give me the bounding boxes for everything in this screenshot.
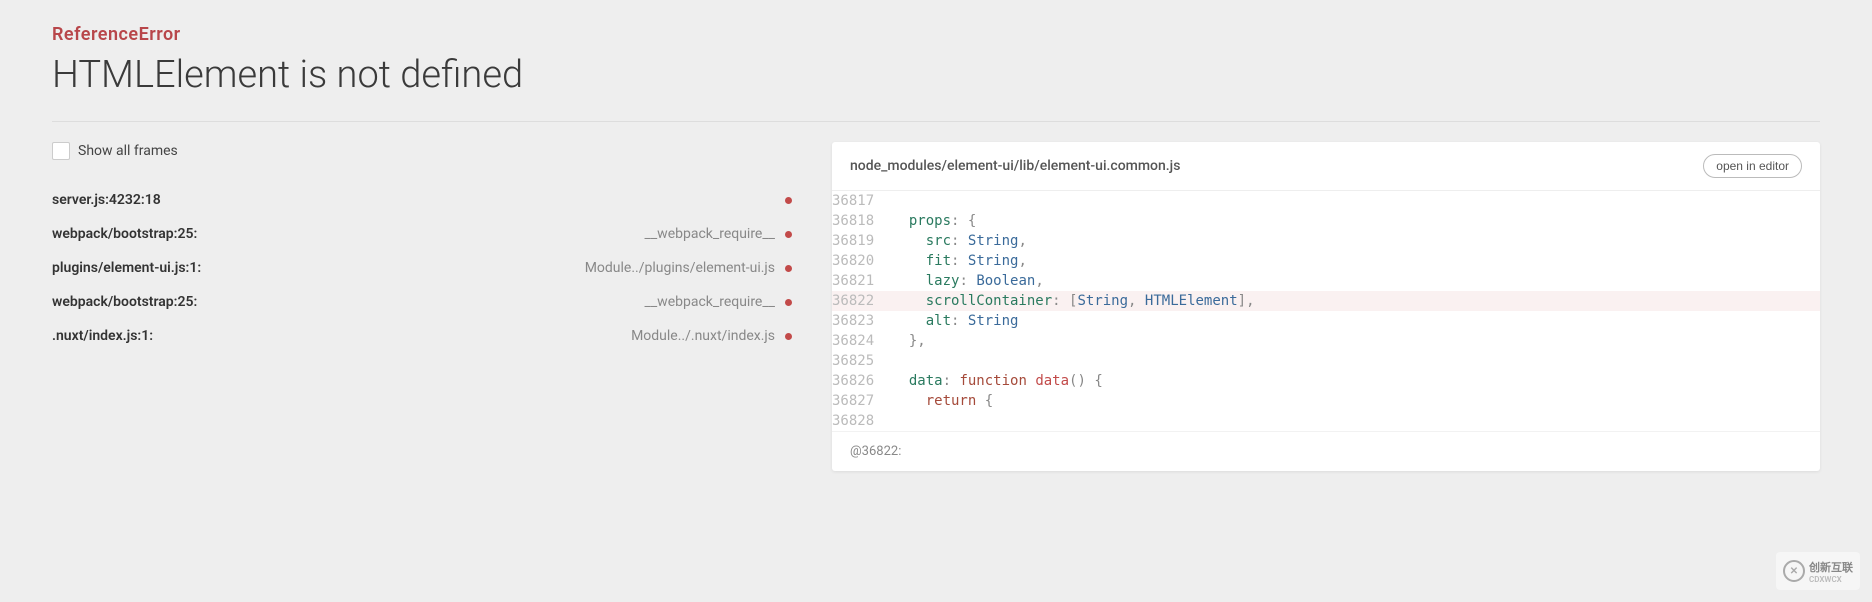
divider bbox=[52, 121, 1820, 122]
stack-frame[interactable]: webpack/bootstrap:25: __webpack_require__ bbox=[52, 222, 792, 246]
line-number: 36825 bbox=[832, 351, 880, 371]
stack-frame[interactable]: .nuxt/index.js:1: Module../.nuxt/index.js bbox=[52, 324, 792, 348]
show-all-frames-checkbox[interactable] bbox=[52, 142, 70, 160]
code-content: props: { bbox=[880, 211, 1820, 231]
dot-icon bbox=[785, 299, 792, 306]
show-all-frames-label: Show all frames bbox=[78, 143, 178, 159]
line-number: 36824 bbox=[832, 331, 880, 351]
code-content bbox=[880, 191, 1820, 211]
code-line: 36817 bbox=[832, 191, 1820, 211]
error-type: ReferenceError bbox=[52, 24, 1820, 45]
source-file-path: node_modules/element-ui/lib/element-ui.c… bbox=[850, 158, 1180, 174]
watermark-text: 创新互联 bbox=[1809, 559, 1853, 575]
stack-frame-location: server.js:4232:18 bbox=[52, 192, 161, 208]
source-code-block: 3681736818 props: {36819 src: String,368… bbox=[832, 191, 1820, 431]
code-content: return { bbox=[880, 391, 1820, 411]
code-content: fit: String, bbox=[880, 251, 1820, 271]
line-number: 36823 bbox=[832, 311, 880, 331]
line-number: 36817 bbox=[832, 191, 880, 211]
stack-frame-fn: __webpack_require__ bbox=[645, 294, 792, 310]
line-number: 36822 bbox=[832, 291, 880, 311]
show-all-frames-toggle[interactable]: Show all frames bbox=[52, 142, 792, 160]
stack-frame-location: plugins/element-ui.js:1: bbox=[52, 260, 201, 276]
code-content: }, bbox=[880, 331, 1820, 351]
stack-frame[interactable]: plugins/element-ui.js:1: Module../plugins… bbox=[52, 256, 792, 280]
code-content bbox=[880, 411, 1820, 431]
stack-frame-fn: Module../.nuxt/index.js bbox=[631, 328, 792, 344]
stack-frame[interactable]: webpack/bootstrap:25: __webpack_require__ bbox=[52, 290, 792, 314]
code-line: 36824 }, bbox=[832, 331, 1820, 351]
code-content: data: function data() { bbox=[880, 371, 1820, 391]
watermark-icon: ✕ bbox=[1783, 560, 1805, 582]
line-number: 36820 bbox=[832, 251, 880, 271]
stack-frame-fn: Module../plugins/element-ui.js bbox=[585, 260, 792, 276]
code-content: scrollContainer: [String, HTMLElement], bbox=[880, 291, 1820, 311]
code-line: 36822 scrollContainer: [String, HTMLElem… bbox=[832, 291, 1820, 311]
open-in-editor-button[interactable]: open in editor bbox=[1703, 154, 1802, 178]
line-number: 36818 bbox=[832, 211, 880, 231]
source-footer: @36822: bbox=[832, 431, 1820, 471]
source-panel: node_modules/element-ui/lib/element-ui.c… bbox=[832, 142, 1820, 471]
line-number: 36819 bbox=[832, 231, 880, 251]
line-number: 36827 bbox=[832, 391, 880, 411]
stack-frame-location: webpack/bootstrap:25: bbox=[52, 226, 197, 242]
code-line: 36828 bbox=[832, 411, 1820, 431]
code-line: 36819 src: String, bbox=[832, 231, 1820, 251]
stack-frame-location: .nuxt/index.js:1: bbox=[52, 328, 153, 344]
stack-frame-fn: __webpack_require__ bbox=[645, 226, 792, 242]
watermark-logo: ✕ 创新互联 CDXWCX bbox=[1776, 552, 1860, 590]
code-content: src: String, bbox=[880, 231, 1820, 251]
code-line: 36827 return { bbox=[832, 391, 1820, 411]
code-line: 36825 bbox=[832, 351, 1820, 371]
code-content: lazy: Boolean, bbox=[880, 271, 1820, 291]
stack-trace-panel: Show all frames server.js:4232:18 webpack… bbox=[52, 142, 792, 471]
code-line: 36823 alt: String bbox=[832, 311, 1820, 331]
stack-frame-location: webpack/bootstrap:25: bbox=[52, 294, 197, 310]
code-line: 36826 data: function data() { bbox=[832, 371, 1820, 391]
watermark-sub: CDXWCX bbox=[1809, 575, 1853, 584]
line-number: 36821 bbox=[832, 271, 880, 291]
stack-frame-fn bbox=[785, 197, 792, 204]
code-line: 36821 lazy: Boolean, bbox=[832, 271, 1820, 291]
code-line: 36818 props: { bbox=[832, 211, 1820, 231]
dot-icon bbox=[785, 333, 792, 340]
line-number: 36826 bbox=[832, 371, 880, 391]
stack-frame[interactable]: server.js:4232:18 bbox=[52, 188, 792, 212]
dot-icon bbox=[785, 197, 792, 204]
code-line: 36820 fit: String, bbox=[832, 251, 1820, 271]
code-content bbox=[880, 351, 1820, 371]
dot-icon bbox=[785, 231, 792, 238]
error-message: HTMLElement is not defined bbox=[52, 53, 1820, 97]
dot-icon bbox=[785, 265, 792, 272]
line-number: 36828 bbox=[832, 411, 880, 431]
code-content: alt: String bbox=[880, 311, 1820, 331]
